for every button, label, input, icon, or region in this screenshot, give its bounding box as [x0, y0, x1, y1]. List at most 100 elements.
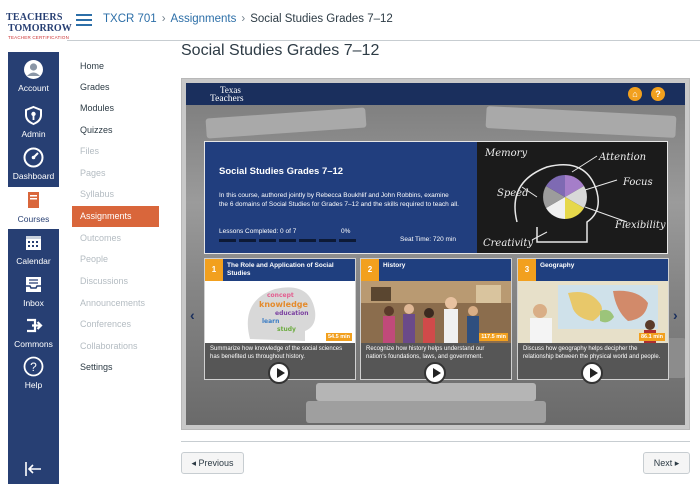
global-nav-label: Admin — [21, 129, 46, 139]
breadcrumb-assignments-link[interactable]: Assignments — [171, 13, 237, 25]
cloud-word: study — [277, 326, 296, 333]
lesson-card[interactable]: 1 The Role and Application of Social Stu… — [204, 258, 356, 384]
course-nav-files[interactable]: Files — [72, 141, 159, 162]
global-nav-account[interactable]: Account — [8, 56, 59, 98]
account-icon — [24, 60, 43, 79]
lesson-duration: 54.5 min — [325, 333, 352, 341]
course-nav-home[interactable]: Home — [72, 56, 159, 77]
module-scene: Texas Teachers ⌂ ? Social Studies Grades… — [186, 83, 685, 425]
hero-image: Memory Attention Focus Speed Flexibility… — [477, 142, 667, 253]
play-icon[interactable] — [581, 362, 603, 384]
global-nav-commons[interactable]: Commons — [8, 312, 59, 354]
global-nav-admin[interactable]: Admin — [8, 102, 59, 144]
banner-title-line2: Teachers — [210, 94, 244, 104]
chalk-word-flexibility: Flexibility — [614, 220, 666, 231]
logo[interactable]: TEACHERS TOMORROW TEACHER CERTIFICATION — [0, 0, 72, 52]
course-nav-pages[interactable]: Pages — [72, 163, 159, 184]
next-slide-icon[interactable]: › — [673, 307, 678, 323]
footer-divider — [181, 441, 690, 442]
play-icon[interactable] — [424, 362, 446, 384]
chalk-word-creativity: Creativity — [483, 238, 533, 249]
global-nav-help[interactable]: ? Help — [8, 353, 59, 395]
previous-button[interactable]: ◂ Previous — [181, 452, 244, 474]
global-nav-label: Commons — [14, 339, 53, 349]
lesson-card[interactable]: 2 History 117.5 min Recognize how histor… — [360, 258, 512, 384]
background-book — [205, 107, 367, 139]
logo-line1: TEACHERS — [6, 12, 63, 23]
global-nav-label: Dashboard — [12, 171, 55, 181]
lesson-title: Geography — [540, 262, 575, 269]
breadcrumb-separator: › — [241, 13, 246, 25]
lesson-card[interactable]: 3 Geography 86.1 min Discuss how geograp… — [517, 258, 669, 384]
global-nav-label: Help — [24, 380, 43, 390]
global-nav-courses[interactable]: Courses — [8, 187, 59, 229]
breadcrumb-current: Social Studies Grades 7–12 — [250, 13, 393, 25]
course-nav-collaborations[interactable]: Collaborations — [72, 336, 159, 357]
logo-tagline: TEACHER CERTIFICATION — [8, 35, 70, 40]
hero-description: In this course, authored jointly by Rebe… — [219, 192, 459, 208]
logo-line2: TOMORROW — [8, 23, 72, 34]
course-nav-modules[interactable]: Modules — [72, 98, 159, 119]
collapse-nav-icon[interactable] — [25, 462, 42, 476]
course-nav-quizzes[interactable]: Quizzes — [72, 120, 159, 141]
courses-icon — [28, 192, 39, 208]
next-button[interactable]: Next ▸ — [643, 452, 690, 474]
play-icon[interactable] — [268, 362, 290, 384]
course-nav-outcomes[interactable]: Outcomes — [72, 228, 159, 249]
lesson-card-header: 3 Geography — [518, 259, 668, 281]
svg-text:?: ? — [30, 360, 37, 374]
hero-info-panel: Social Studies Grades 7–12 In this cours… — [205, 142, 477, 253]
page-title: Social Studies Grades 7–12 — [181, 42, 380, 59]
seat-time: Seat Time: 720 min — [400, 236, 456, 243]
breadcrumb: TXCR 701 › Assignments › Social Studies Grad… — [103, 13, 393, 25]
breadcrumb-separator: › — [161, 13, 166, 25]
background-book — [485, 106, 677, 138]
dashboard-icon — [23, 147, 44, 168]
course-nav-people[interactable]: People — [72, 249, 159, 270]
course-nav-grades[interactable]: Grades — [72, 77, 159, 98]
lesson-number: 2 — [361, 259, 379, 281]
lesson-number: 1 — [205, 259, 223, 281]
brain-chalkboard-illustration: Memory Attention Focus Speed Flexibility… — [477, 142, 667, 253]
lesson-number: 3 — [518, 259, 536, 281]
home-icon[interactable]: ⌂ — [628, 87, 642, 101]
lesson-card-header: 1 The Role and Application of Social Stu… — [205, 259, 355, 281]
lessons-completed: Lessons Completed: 0 of 7 — [219, 228, 297, 235]
chalk-word-speed: Speed — [497, 188, 529, 199]
calendar-icon — [26, 236, 41, 250]
chalk-word-memory: Memory — [484, 148, 527, 159]
global-nav-label: Inbox — [23, 298, 44, 308]
cloud-word: education — [275, 310, 309, 317]
hamburger-menu-icon[interactable] — [76, 14, 92, 26]
breadcrumb-course-link[interactable]: TXCR 701 — [103, 13, 157, 25]
help-icon: ? — [23, 356, 44, 377]
global-nav-dashboard[interactable]: Dashboard — [8, 144, 59, 186]
commons-icon — [27, 318, 43, 333]
course-nav-assignments[interactable]: Assignments — [72, 206, 159, 227]
chalk-word-focus: Focus — [622, 177, 653, 188]
course-hero: Social Studies Grades 7–12 In this cours… — [204, 141, 668, 254]
previous-slide-icon[interactable]: ‹ — [190, 307, 195, 323]
global-nav-label: Courses — [17, 214, 50, 224]
global-nav-inbox[interactable]: Inbox — [8, 271, 59, 313]
global-nav-calendar[interactable]: Calendar — [8, 229, 59, 271]
background-book — [316, 383, 536, 401]
course-nav-settings[interactable]: Settings — [72, 357, 159, 378]
global-nav-label: Account — [18, 83, 49, 93]
course-nav-syllabus[interactable]: Syllabus — [72, 184, 159, 205]
lesson-duration: 117.5 min — [479, 333, 508, 341]
cloud-word: concept — [267, 292, 294, 299]
module-banner: Texas Teachers ⌂ ? — [186, 83, 685, 105]
progress-bar — [219, 239, 357, 243]
help-button-icon[interactable]: ? — [651, 87, 665, 101]
chalk-word-attention: Attention — [598, 152, 646, 163]
course-nav-discussions[interactable]: Discussions — [72, 271, 159, 292]
cloud-word: knowledge — [259, 300, 309, 309]
course-nav-announcements[interactable]: Announcements — [72, 293, 159, 314]
completion-percent: 0% — [341, 228, 351, 235]
lesson-title: History — [383, 262, 406, 269]
module-frame: Texas Teachers ⌂ ? Social Studies Grades… — [181, 78, 690, 430]
header-divider — [67, 40, 700, 41]
lesson-title: The Role and Application of Social Studi… — [227, 262, 334, 277]
course-nav-conferences[interactable]: Conferences — [72, 314, 159, 335]
